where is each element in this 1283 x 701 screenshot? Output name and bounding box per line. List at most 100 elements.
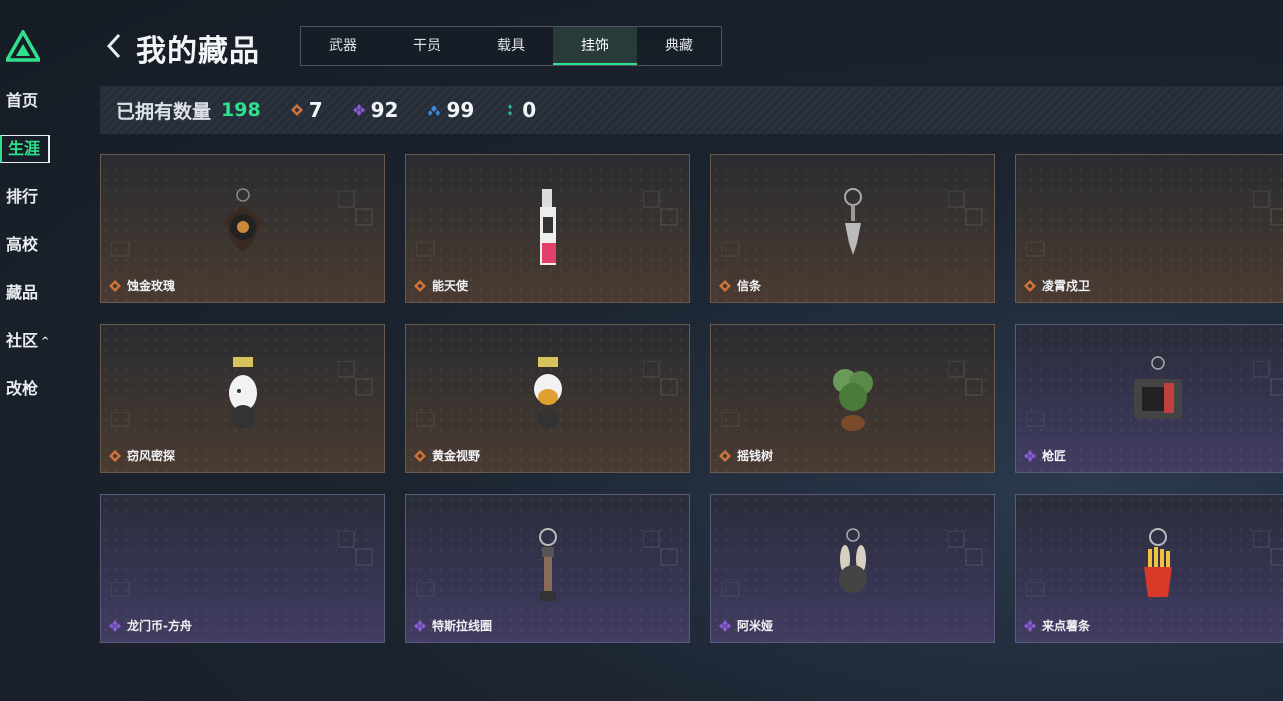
gold-gem-icon [719,449,731,462]
charm-card-label: 枪匠 [1042,449,1067,463]
grid-pattern-icon [111,242,130,257]
grid-pattern-icon [948,531,983,566]
charm-card[interactable]: 能天使 [405,154,690,303]
charm-card[interactable]: 窃风密探 [100,324,385,473]
charm-card-name: 摇钱树 [719,447,773,464]
grid-pattern-icon [338,191,373,226]
gold-gem-icon [290,104,303,116]
charm-card[interactable]: 特斯拉线圈 [405,494,690,643]
grid-pattern-icon [1253,361,1283,396]
grid-pattern-icon [1026,242,1045,257]
charm-card[interactable]: 摇钱树 [710,324,995,473]
charm-card-name: 信条 [719,277,761,294]
charm-card-name: 来点薯条 [1024,617,1090,634]
charm-card[interactable]: 来点薯条 [1015,494,1283,643]
charm-card[interactable]: 信条 [710,154,995,303]
sidebar-item-collection[interactable]: 藏品 [6,282,38,304]
charm-image [832,369,873,431]
charm-image [1143,528,1172,597]
charm-image [539,189,556,265]
charm-card-label: 蚀金玫瑰 [127,279,176,293]
stat-gold-count: 7 [308,98,323,122]
charm-card-name: 阿米娅 [719,617,773,634]
charm-card-label: 阿米娅 [737,619,774,633]
charm-card-label: 信条 [737,279,762,293]
charm-card-label: 窃风密探 [127,449,176,463]
app-logo-icon[interactable] [6,30,40,62]
sidebar-item-home[interactable]: 首页 [6,90,38,112]
charm-card-name: 能天使 [414,277,468,294]
grid-pattern-icon [643,191,678,226]
sidebar-item-career[interactable]: 生涯 [0,135,50,163]
gold-gem-icon [414,279,426,292]
page-title: 我的藏品 [136,34,260,69]
purple-gem-icon [414,619,426,632]
grid-pattern-icon [643,361,678,396]
grid-pattern-icon [338,361,373,396]
tab-weapons[interactable]: 武器 [301,27,385,65]
sidebar: 首页 生涯 排行 高校 藏品 社区 ^ 改枪 [0,0,60,701]
gold-gem-icon [719,279,731,292]
grid-pattern-icon [721,412,740,427]
grid-pattern-icon [948,361,983,396]
sidebar-item-community-label: 社区 [6,331,39,350]
charm-card[interactable]: 蚀金玫瑰 [100,154,385,303]
grid-pattern-icon [338,531,373,566]
charm-card-name: 特斯拉线圈 [414,617,492,634]
charm-card-label: 黄金视野 [432,449,481,463]
stat-green: 0 [504,98,536,122]
stat-green-count: 0 [522,98,537,122]
grid-pattern-icon [416,242,435,257]
charm-card-name: 凌霄戍卫 [1024,277,1090,294]
tab-charms[interactable]: 挂饰 [553,27,637,65]
tab-operators[interactable]: 干员 [385,27,469,65]
charm-image [533,357,562,429]
stat-purple: 92 [352,98,399,122]
grid-pattern-icon [948,191,983,226]
sidebar-item-community[interactable]: 社区 ^ [6,330,49,352]
sidebar-item-gun-mod[interactable]: 改枪 [6,378,38,400]
blue-gem-icon [428,105,441,116]
tab-vehicles[interactable]: 载具 [469,27,553,65]
charm-image [1133,356,1182,419]
charm-card-label: 特斯拉线圈 [432,619,493,633]
charm-card[interactable]: 枪匠 [1015,324,1283,473]
grid-pattern-icon [1026,412,1045,427]
owned-count: 198 [221,99,261,121]
grid-pattern-icon [643,531,678,566]
green-gem-icon [508,104,513,116]
charm-image [838,528,867,593]
sidebar-item-ranking[interactable]: 排行 [6,186,38,208]
charm-card[interactable]: 黄金视野 [405,324,690,473]
charm-card[interactable]: 阿米娅 [710,494,995,643]
chevron-up-icon: ^ [41,336,50,347]
stats-bar: 已拥有数量 198 7 92 99 0 [100,86,1283,134]
charm-card-label: 摇钱树 [737,449,774,463]
grid-pattern-icon [111,582,130,597]
charm-card[interactable]: 龙门币-方舟 [100,494,385,643]
grid-pattern-icon [1253,531,1283,566]
charm-card-name: 龙门币-方舟 [109,617,192,634]
charm-image [224,188,261,253]
gold-gem-icon [109,279,121,292]
grid-pattern-icon [721,242,740,257]
tab-collection[interactable]: 典藏 [637,27,721,65]
purple-gem-icon [719,619,731,632]
charm-card-label: 能天使 [432,279,469,293]
grid-pattern-icon [111,412,130,427]
gold-gem-icon [109,449,121,462]
charm-card-name: 黄金视野 [414,447,480,464]
sidebar-item-school[interactable]: 高校 [6,234,38,256]
gold-gem-icon [414,449,426,462]
charm-image [843,188,862,255]
stat-gold: 7 [290,98,323,122]
stat-blue: 99 [428,98,474,122]
back-arrow-icon[interactable] [104,32,124,60]
charm-card-label: 凌霄戍卫 [1042,279,1091,293]
owned-label: 已拥有数量 [116,100,212,123]
stat-purple-count: 92 [370,98,399,122]
charm-card[interactable]: 凌霄戍卫 [1015,154,1283,303]
purple-gem-icon [109,619,121,632]
charm-image [228,357,257,429]
charm-image [538,528,557,601]
